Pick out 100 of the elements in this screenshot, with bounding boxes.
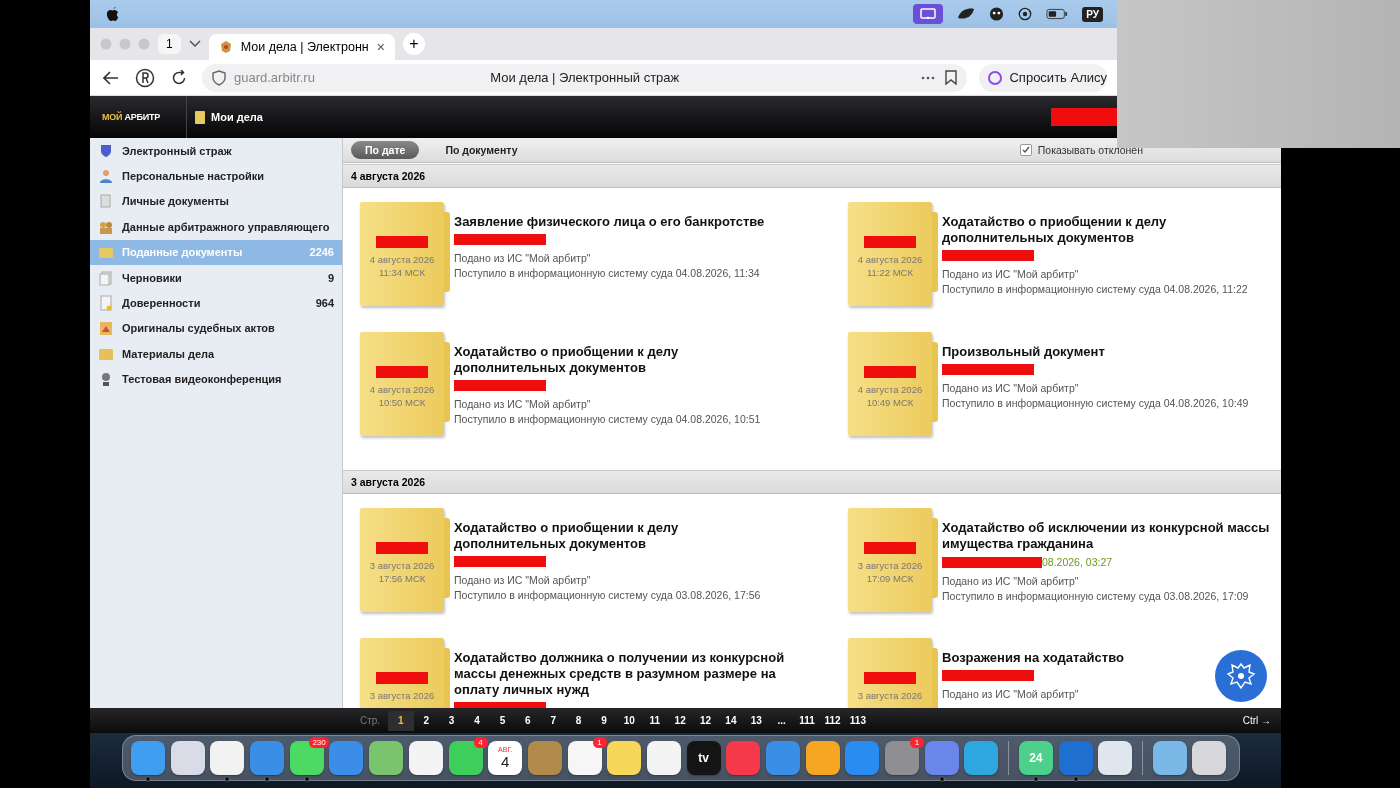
folder-time: 10:49 МСК bbox=[866, 397, 914, 408]
page-link[interactable]: 11 bbox=[642, 710, 668, 731]
document-source: Подано из ИС "Мой арбитр" bbox=[942, 574, 1080, 589]
document-title[interactable]: Ходатайство о приобщении к делу дополнительных документов bbox=[454, 344, 790, 376]
tab-count-button[interactable]: 1 bbox=[158, 34, 181, 54]
sidebar-item[interactable]: Данные арбитражного управляющего bbox=[90, 214, 342, 240]
page-link[interactable]: 113 bbox=[845, 710, 871, 731]
app-icon[interactable] bbox=[448, 741, 483, 775]
app-icon[interactable] bbox=[1192, 741, 1227, 775]
document-title[interactable]: Ходатайство об исключении из конкурсной массы имущества гражданина bbox=[942, 520, 1278, 552]
page-link[interactable]: 7 bbox=[540, 710, 566, 731]
shortcut-hint: Ctrl → bbox=[1242, 715, 1271, 726]
sidebar-item-icon bbox=[98, 269, 114, 286]
received-date: Поступило в информационную систему суда 03.08.2026, 17:09 bbox=[942, 589, 1250, 604]
page-link[interactable]: 14 bbox=[718, 710, 744, 731]
page-link[interactable]: 2 bbox=[413, 710, 439, 731]
page-link[interactable]: 12 bbox=[692, 710, 719, 731]
notification-badge: 230 bbox=[309, 737, 329, 748]
bookmark-icon[interactable] bbox=[945, 70, 958, 85]
folder-time: 10:50 МСК bbox=[378, 397, 426, 408]
page-link[interactable]: 13 bbox=[743, 710, 769, 731]
document-title[interactable]: Ходатайство о приобщении к делу дополнительных документов bbox=[942, 214, 1278, 246]
app-icon[interactable] bbox=[1098, 741, 1133, 775]
app-icon[interactable] bbox=[210, 741, 245, 775]
document-title[interactable]: Заявление физического лица о его банкротстве bbox=[454, 214, 790, 230]
app-icon[interactable] bbox=[646, 741, 681, 775]
app-icon[interactable]: tv bbox=[686, 741, 721, 775]
sort-tab[interactable]: По дате bbox=[351, 141, 420, 159]
sidebar-item[interactable]: Черновики 9 bbox=[90, 264, 342, 291]
document-title[interactable]: Произвольный документ bbox=[942, 344, 1278, 360]
redaction-bar bbox=[864, 236, 916, 248]
folder-date: 4 августа 2026 bbox=[369, 254, 435, 265]
page-link[interactable]: 8 bbox=[565, 710, 592, 731]
app-icon[interactable] bbox=[369, 741, 404, 775]
face-icon[interactable] bbox=[989, 6, 1005, 22]
page-link[interactable]: 3 bbox=[438, 710, 465, 731]
page-link[interactable]: 4 bbox=[464, 710, 490, 731]
received-date: Поступило в информационную систему суда 04.08.2026, 10:51 bbox=[454, 412, 762, 427]
app-icon[interactable] bbox=[170, 741, 205, 775]
redaction-bar bbox=[376, 672, 428, 684]
app-icon[interactable] bbox=[567, 741, 602, 775]
notification-badge: 1 bbox=[592, 737, 607, 748]
sidebar-item-icon bbox=[98, 295, 114, 312]
folder-time: 17:09 МСК bbox=[866, 573, 914, 584]
folder-icon bbox=[195, 110, 205, 124]
date-header: 4 августа 2026 bbox=[343, 164, 1281, 188]
checkbox-label[interactable]: Показывать отклонен bbox=[1037, 144, 1143, 156]
page-link[interactable]: 10 bbox=[616, 710, 643, 731]
sort-tab[interactable]: По документу bbox=[431, 141, 532, 159]
assistant-button[interactable]: Спросить Алису bbox=[979, 63, 1107, 92]
sidebar-item[interactable]: Личные документы bbox=[90, 188, 342, 215]
document-title[interactable]: Возражения на ходатайство bbox=[942, 650, 1278, 666]
document-source: Подано из ИС "Мой арбитр" bbox=[454, 397, 592, 412]
battery-icon[interactable] bbox=[1046, 6, 1069, 22]
page-link[interactable]: 6 bbox=[515, 710, 541, 731]
document-source: Подано из ИС "Мой арбитр" bbox=[454, 251, 592, 266]
redaction-bar bbox=[864, 366, 916, 378]
page-link[interactable]: 1 bbox=[388, 710, 414, 731]
app-icon[interactable] bbox=[805, 741, 840, 775]
shield-icon[interactable] bbox=[212, 69, 226, 86]
input-source-indicator[interactable]: РУ bbox=[1082, 6, 1103, 22]
document-title[interactable]: Ходатайство о приобщении к делу дополнительных документов bbox=[454, 520, 790, 552]
record-icon[interactable] bbox=[1018, 6, 1033, 22]
sidebar-item[interactable]: Материалы дела bbox=[90, 341, 342, 367]
address-field[interactable]: guard.arbitr.ru Мои дела | Электронный страж bbox=[202, 63, 968, 92]
chevron-down-icon[interactable] bbox=[188, 40, 201, 48]
page-link[interactable]: 111 bbox=[794, 710, 820, 731]
sidebar-item[interactable]: Электронный страж bbox=[90, 138, 342, 164]
item-count: 964 bbox=[315, 297, 334, 310]
received-date: Поступило в информационную систему суда 04.08.2026, 10:49 bbox=[942, 396, 1250, 411]
apple-icon[interactable] bbox=[106, 6, 120, 22]
section-title[interactable]: Мои дела bbox=[211, 111, 263, 123]
folder-date: 3 августа 2026 bbox=[857, 690, 923, 701]
document-title[interactable]: Ходатайство должника о получении из конкурсной массы денежных средств в разумном размере на оплату личных нужд bbox=[454, 650, 790, 698]
emblem-icon bbox=[218, 40, 233, 54]
redaction-bar bbox=[1051, 108, 1117, 126]
app-icon[interactable] bbox=[289, 741, 324, 775]
app-icon[interactable] bbox=[607, 741, 642, 775]
sidebar-item[interactable]: Тестовая видеоконференция bbox=[90, 366, 342, 392]
leaf-icon[interactable] bbox=[957, 6, 976, 22]
browser-tab[interactable]: Мои дела | Электронн × bbox=[208, 34, 395, 60]
sidebar-item[interactable]: Доверенности 964 bbox=[90, 290, 342, 316]
page-link[interactable]: 12 bbox=[667, 710, 693, 731]
app-icon[interactable] bbox=[1152, 741, 1187, 775]
page-link[interactable]: 9 bbox=[591, 710, 617, 731]
page-link[interactable]: 5 bbox=[489, 710, 516, 731]
screen-mirroring-icon[interactable] bbox=[913, 4, 944, 24]
more-icon[interactable] bbox=[921, 75, 936, 80]
sidebar-item-icon bbox=[98, 142, 114, 159]
new-tab-button[interactable]: + bbox=[402, 33, 425, 55]
page-link[interactable]: ... bbox=[769, 710, 795, 731]
sidebar-item[interactable]: Персональные настройки bbox=[90, 163, 342, 189]
document-source: Подано из ИС "Мой арбитр" bbox=[942, 687, 1080, 702]
close-icon[interactable]: × bbox=[376, 39, 385, 55]
folder-date: 4 августа 2026 bbox=[857, 384, 923, 395]
page-link[interactable]: 112 bbox=[819, 710, 846, 731]
checkbox[interactable] bbox=[1019, 144, 1032, 156]
redaction-bar bbox=[376, 236, 428, 248]
app-icon[interactable] bbox=[408, 741, 443, 775]
sidebar-item[interactable]: Оригиналы судебных актов bbox=[90, 315, 342, 342]
